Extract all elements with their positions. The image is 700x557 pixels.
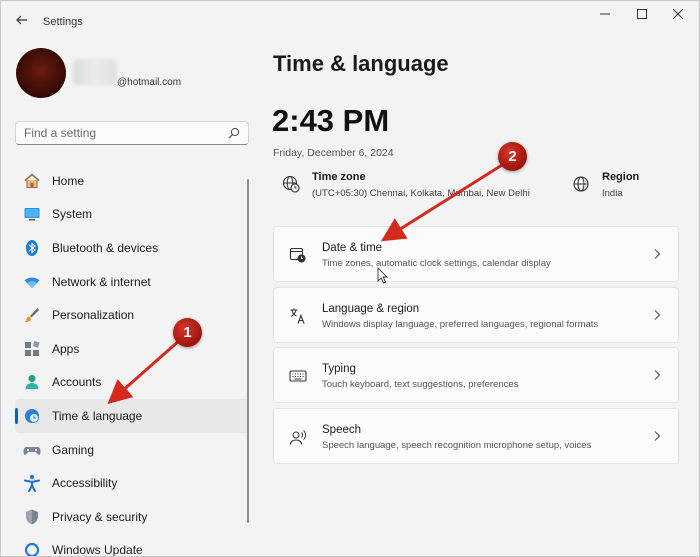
mouse-cursor-icon	[377, 267, 389, 284]
timezone-globe-icon	[282, 175, 300, 193]
sidebar-item-bluetooth[interactable]: Bluetooth & devices	[15, 231, 249, 265]
arrow-left-icon	[16, 15, 27, 25]
speech-card[interactable]: Speech Speech language, speech recogniti…	[273, 408, 679, 464]
annotation-badge-1: 1	[173, 318, 202, 347]
page-title: Time & language	[273, 51, 449, 76]
gamepad-icon	[23, 441, 41, 459]
chevron-right-icon	[654, 249, 661, 259]
sidebar-item-accessibility[interactable]: Accessibility	[15, 466, 249, 500]
current-date: Friday, December 6, 2024	[273, 147, 394, 159]
sidebar-item-gaming[interactable]: Gaming	[15, 433, 249, 467]
bluetooth-icon	[23, 239, 41, 257]
sidebar-item-time-language[interactable]: Time & language	[15, 399, 249, 433]
sidebar-item-label: Privacy & security	[52, 509, 148, 524]
wifi-icon	[23, 273, 41, 291]
chevron-right-icon	[654, 431, 661, 441]
chevron-right-icon	[654, 370, 661, 380]
account-name-redacted	[73, 59, 117, 85]
keyboard-icon	[289, 370, 307, 382]
sidebar-item-label: Personalization	[52, 308, 135, 323]
language-region-card[interactable]: Language & region Windows display langua…	[273, 287, 679, 343]
search-icon[interactable]	[228, 127, 240, 139]
maximize-button[interactable]	[628, 7, 656, 23]
sidebar-item-home[interactable]: Home	[15, 164, 249, 198]
sidebar-nav: Home System Bluetooth & devices Network …	[15, 164, 249, 557]
sidebar-item-system[interactable]: System	[15, 198, 249, 232]
region-title: Region	[602, 171, 640, 183]
calendar-clock-icon	[289, 247, 306, 263]
region-globe-icon	[573, 176, 589, 192]
search-box[interactable]	[15, 121, 249, 145]
sidebar-item-windows-update[interactable]: Windows Update	[15, 534, 249, 557]
title-bar: Settings	[1, 1, 699, 41]
sidebar-item-label: Home	[52, 173, 85, 188]
sidebar-item-label: Time & language	[52, 408, 143, 423]
avatar[interactable]	[16, 48, 66, 98]
sidebar-item-label: Accessibility	[52, 476, 118, 491]
sidebar-item-apps[interactable]: Apps	[15, 332, 249, 366]
sidebar-item-label: Apps	[52, 341, 80, 356]
chevron-right-icon	[654, 310, 661, 320]
card-title: Typing	[322, 363, 356, 375]
sidebar-item-accounts[interactable]: Accounts	[15, 366, 249, 400]
sidebar-item-label: Gaming	[52, 442, 95, 457]
account-email: @hotmail.com	[117, 77, 182, 88]
app-title: Settings	[43, 16, 83, 28]
card-subtitle: Touch keyboard, text suggestions, prefer…	[322, 379, 519, 390]
card-title: Speech	[322, 424, 362, 436]
sidebar-item-label: Bluetooth & devices	[52, 240, 159, 255]
timezone-title: Time zone	[312, 171, 366, 183]
close-icon	[672, 8, 684, 20]
search-input[interactable]	[24, 125, 224, 141]
back-button[interactable]	[13, 13, 31, 31]
region-value: India	[602, 188, 623, 199]
card-subtitle: Speech language, speech recognition micr…	[322, 440, 592, 451]
speech-icon	[289, 430, 306, 445]
current-time: 2:43 PM	[272, 103, 390, 138]
maximize-icon	[637, 9, 647, 19]
update-icon	[23, 541, 41, 556]
card-subtitle: Windows display language, preferred lang…	[322, 319, 599, 330]
settings-window: Settings @hotmail.com Home	[0, 0, 700, 557]
sidebar-scrollbar[interactable]	[247, 179, 249, 523]
annotation-badge-2: 2	[498, 142, 527, 171]
sidebar-item-network[interactable]: Network & internet	[15, 265, 249, 299]
language-icon	[290, 308, 305, 324]
card-title: Date & time	[322, 242, 383, 254]
typing-card[interactable]: Typing Touch keyboard, text suggestions,…	[273, 347, 679, 403]
brush-icon	[23, 306, 41, 324]
globe-clock-icon	[23, 407, 41, 425]
card-title: Language & region	[322, 303, 420, 315]
home-icon	[23, 172, 41, 190]
card-subtitle: Time zones, automatic clock settings, ca…	[322, 258, 551, 269]
sidebar-item-label: Accounts	[52, 375, 102, 390]
person-icon	[23, 373, 41, 391]
date-time-card[interactable]: Date & time Time zones, automatic clock …	[273, 226, 679, 282]
apps-icon	[23, 340, 41, 358]
sidebar-item-privacy[interactable]: Privacy & security	[15, 500, 249, 534]
minimize-icon	[600, 13, 610, 15]
minimize-button[interactable]	[591, 7, 619, 23]
sidebar-item-personalization[interactable]: Personalization	[15, 298, 249, 332]
accessibility-icon	[23, 474, 41, 493]
sidebar-item-label: Network & internet	[52, 274, 151, 289]
sidebar-item-label: Windows Update	[52, 543, 143, 557]
shield-icon	[23, 508, 41, 526]
monitor-icon	[23, 205, 41, 223]
close-button[interactable]	[664, 7, 692, 23]
timezone-value: (UTC+05:30) Chennai, Kolkata, Mumbai, Ne…	[312, 188, 530, 199]
sidebar-item-label: System	[52, 207, 93, 222]
